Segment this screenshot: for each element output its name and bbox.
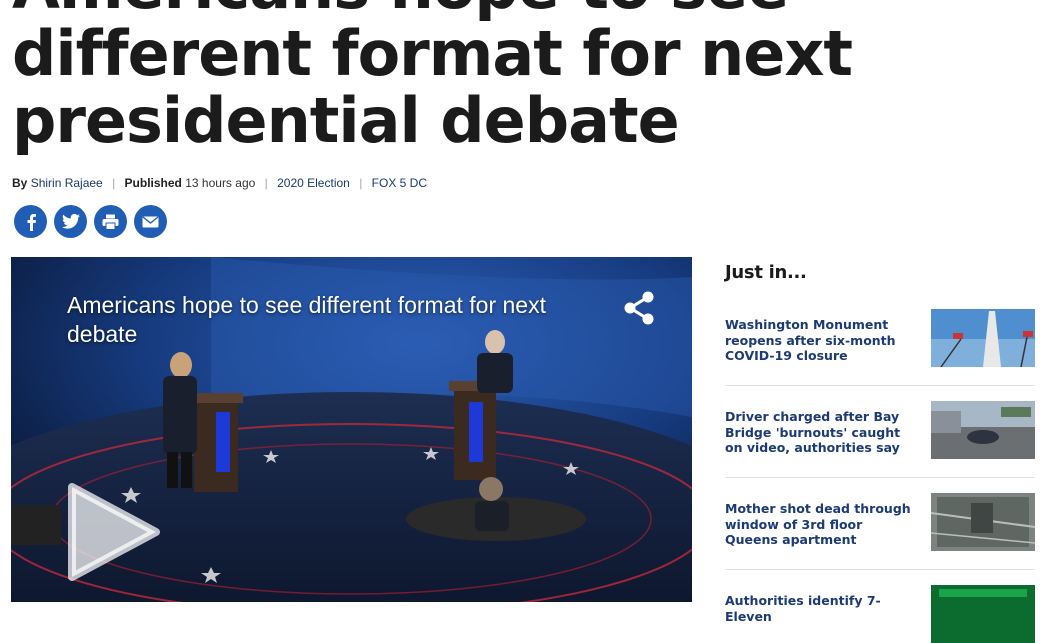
category-link[interactable]: 2020 Election — [277, 176, 350, 190]
facebook-share-button[interactable] — [14, 205, 47, 238]
print-icon — [102, 214, 119, 230]
news-item-thumbnail[interactable] — [931, 309, 1035, 367]
news-item[interactable]: Authorities identify 7-Eleven — [725, 585, 1035, 643]
facebook-icon — [27, 213, 36, 231]
news-item-title[interactable]: Authorities identify 7-Eleven — [725, 593, 915, 624]
byline-separator: | — [264, 176, 268, 190]
news-item-title[interactable]: Driver charged after Bay Bridge 'burnout… — [725, 409, 915, 456]
published-label: Published — [124, 176, 182, 190]
source-link[interactable]: FOX 5 DC — [372, 176, 427, 190]
email-icon — [142, 215, 159, 227]
byline-separator: | — [359, 176, 363, 190]
news-item[interactable]: Mother shot dead through window of 3rd f… — [725, 493, 1035, 570]
twitter-icon — [61, 214, 80, 229]
news-item-thumbnail[interactable] — [931, 401, 1035, 459]
article-byline: By Shirin Rajaee | Published 13 hours ag… — [12, 176, 427, 190]
print-button[interactable] — [94, 205, 127, 238]
share-buttons — [14, 205, 167, 238]
news-item-title[interactable]: Mother shot dead through window of 3rd f… — [725, 501, 915, 548]
play-icon — [68, 483, 160, 581]
published-time: 13 hours ago — [185, 176, 256, 190]
news-item-thumbnail[interactable] — [931, 493, 1035, 551]
byline-separator: | — [112, 176, 116, 190]
news-item[interactable]: Driver charged after Bay Bridge 'burnout… — [725, 401, 1035, 478]
author-link[interactable]: Shirin Rajaee — [31, 176, 103, 190]
news-item-thumbnail[interactable] — [931, 585, 1035, 643]
video-player[interactable]: Americans hope to see different format f… — [11, 257, 692, 602]
twitter-share-button[interactable] — [54, 205, 87, 238]
video-title: Americans hope to see different format f… — [67, 292, 546, 347]
share-icon — [624, 291, 654, 325]
article-headline: Americans hope to see different format f… — [12, 0, 853, 157]
video-share-button[interactable] — [622, 290, 656, 331]
email-share-button[interactable] — [134, 205, 167, 238]
byline-by-label: By — [12, 176, 28, 190]
news-item[interactable]: Washington Monument reopens after six-mo… — [725, 309, 1035, 386]
sidebar-title: Just in... — [725, 262, 807, 283]
play-button[interactable] — [66, 483, 162, 586]
just-in-sidebar: Just in... Washington Monument reopens a… — [725, 262, 1035, 643]
news-item-title[interactable]: Washington Monument reopens after six-mo… — [725, 317, 915, 364]
